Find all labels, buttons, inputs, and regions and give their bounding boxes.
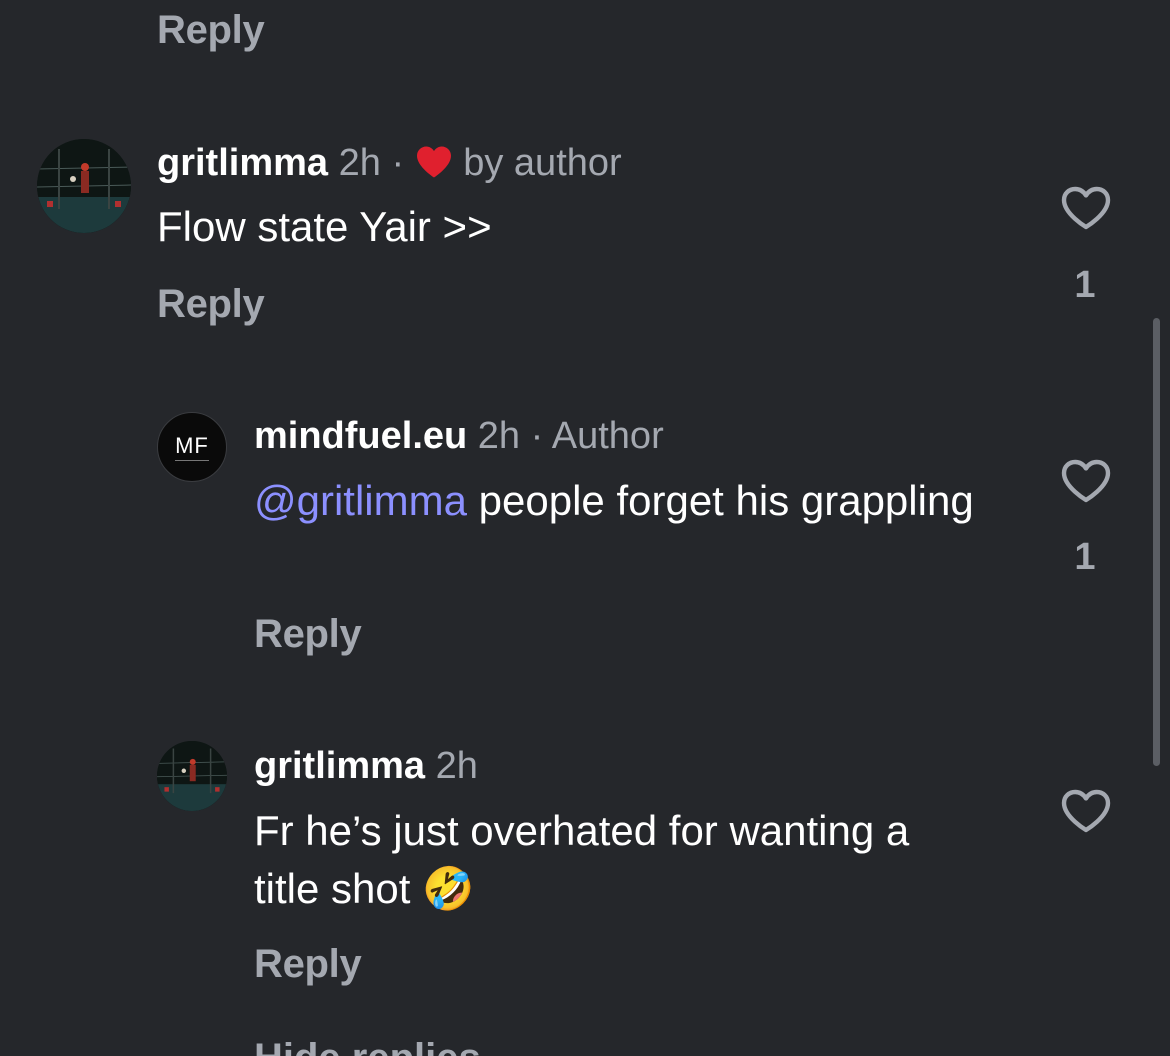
hide-replies-button[interactable]: Hide replies <box>254 1036 481 1056</box>
separator-dot: · <box>391 142 405 184</box>
like-count: 1 <box>1074 536 1096 578</box>
liked-by-author-label: by author <box>463 142 622 184</box>
heart-like-icon[interactable] <box>1060 788 1112 839</box>
comment-header: gritlimma 2h <box>254 744 478 788</box>
heart-like-icon[interactable] <box>1060 458 1112 509</box>
comment-text: Flow state Yair >> <box>157 203 492 250</box>
mention-link[interactable]: @gritlimma <box>254 477 467 524</box>
like-count: 1 <box>1074 264 1096 306</box>
avatar[interactable] <box>37 139 131 233</box>
avatar-image <box>37 139 131 233</box>
avatar[interactable] <box>157 741 227 811</box>
username[interactable]: gritlimma <box>254 745 425 787</box>
avatar[interactable]: MF <box>157 412 227 482</box>
username[interactable]: mindfuel.eu <box>254 415 467 457</box>
comment-text: @gritlimma people forget his grappling <box>254 472 974 530</box>
timestamp: 2h <box>435 745 478 787</box>
author-badge: Author <box>551 415 664 457</box>
username[interactable]: gritlimma <box>157 142 328 184</box>
reply-button[interactable]: Reply <box>254 942 362 987</box>
timestamp: 2h <box>338 142 381 184</box>
comment-header: gritlimma 2h · by author <box>157 141 622 189</box>
heart-like-icon[interactable] <box>1060 185 1112 236</box>
rolling-laughing-emoji: 🤣 <box>422 865 475 912</box>
comment-header: mindfuel.eu 2h · Author <box>254 414 664 458</box>
red-heart-icon <box>415 145 453 189</box>
avatar-image <box>157 741 227 811</box>
reply-button[interactable]: Reply <box>157 282 265 327</box>
comment-text: Fr he’s just overhated for wanting a tit… <box>254 802 914 918</box>
comment-text-content: Fr he’s just overhated for wanting a tit… <box>254 807 910 912</box>
comment-text-rest: people forget his grappling <box>466 477 974 524</box>
separator-dot: · <box>530 415 544 457</box>
avatar-logo-text: MF <box>175 433 209 461</box>
reply-button[interactable]: Reply <box>254 612 362 657</box>
timestamp: 2h <box>477 415 521 457</box>
reply-button[interactable]: Reply <box>157 8 265 53</box>
scrollbar[interactable] <box>1153 318 1160 766</box>
